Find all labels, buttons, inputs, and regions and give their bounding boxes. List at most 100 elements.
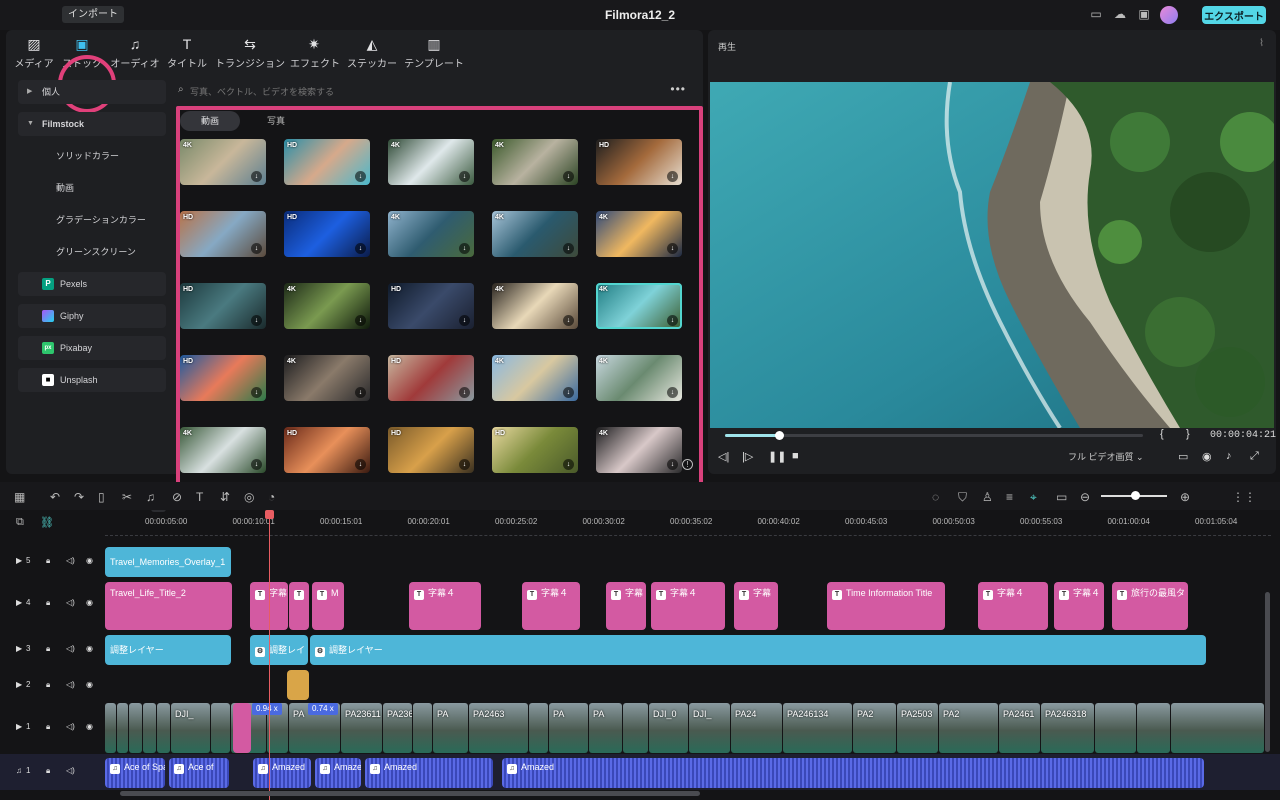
lock-icon[interactable]: 🔒︎	[46, 766, 50, 776]
sidebar-item-video[interactable]: 動画	[18, 176, 166, 200]
quality-select[interactable]: フル ビデオ画質 ⌄	[1068, 450, 1144, 466]
undo-icon[interactable]: ↶	[50, 490, 60, 504]
sidebar-item-pexels[interactable]: P Pexels	[18, 272, 166, 296]
timeline-clip[interactable]: ♫ Amazed	[365, 758, 493, 788]
lock-icon[interactable]: 🔒︎	[46, 598, 50, 608]
tab-photo[interactable]: 写真	[246, 111, 306, 131]
tab-audio[interactable]: ♫ オーディオ	[110, 36, 160, 70]
eye-icon[interactable]: ◉	[86, 598, 93, 607]
timeline-clip[interactable]	[529, 703, 548, 753]
download-icon[interactable]: ↓	[563, 315, 574, 326]
timeline-clip[interactable]: 調整レイヤー	[105, 635, 231, 665]
timeline-clip[interactable]: ♫ Amazed	[502, 758, 1204, 788]
timeline-clip[interactable]: TM	[312, 582, 344, 630]
timeline-clip[interactable]: DJI_0	[649, 703, 688, 753]
lock-icon[interactable]: 🔒︎	[46, 680, 50, 690]
snap-icon[interactable]: ⌖	[1030, 490, 1037, 505]
stock-thumbnail[interactable]: 4K ↓	[284, 355, 370, 401]
download-icon[interactable]: ↓	[667, 171, 678, 182]
timeline-clip[interactable]: T 字幕	[606, 582, 646, 630]
speaker-icon[interactable]: ◁)	[66, 644, 75, 653]
stock-thumbnail[interactable]: 4K ↓	[596, 211, 682, 257]
timeline-clip[interactable]	[1095, 703, 1136, 753]
timeline-clip[interactable]: ♫ Amazed	[315, 758, 361, 788]
timeline-clip[interactable]: T 字幕４	[522, 582, 580, 630]
color-icon[interactable]: ◎	[244, 490, 254, 504]
download-icon[interactable]: ↓	[563, 387, 574, 398]
timeline-clip[interactable]: PA246134	[783, 703, 852, 753]
stock-thumbnail[interactable]: HD ↓	[180, 211, 266, 257]
download-icon[interactable]: ↓	[355, 387, 366, 398]
mark-in-icon[interactable]: {	[1160, 428, 1164, 440]
audio-tools-icon[interactable]: ♫	[146, 490, 155, 504]
layout-icon[interactable]: ▭	[1088, 7, 1104, 21]
eye-icon[interactable]: ◉	[86, 722, 93, 731]
stock-thumbnail[interactable]: 4K ↓	[596, 427, 682, 473]
zoom-in-icon[interactable]: ⊕	[1180, 490, 1190, 504]
download-icon[interactable]: ↓	[459, 315, 470, 326]
search-input[interactable]	[190, 84, 590, 100]
timeline-clip[interactable]	[129, 703, 142, 753]
timeline-clip[interactable]	[623, 703, 648, 753]
stock-thumbnail[interactable]: 4K ↓	[492, 139, 578, 185]
timeline-clip[interactable]: Travel_Memories_Overlay_1	[105, 547, 231, 577]
render-icon[interactable]: ◌	[932, 490, 939, 504]
stock-thumbnail[interactable]: 4K ↓	[492, 355, 578, 401]
timeline-clip[interactable]: DJI_	[171, 703, 210, 753]
sidebar-item-filmstock[interactable]: ▼ Filmstock	[18, 112, 166, 136]
timeline-clip[interactable]	[157, 703, 170, 753]
download-icon[interactable]: ↓	[563, 459, 574, 470]
timeline-clip[interactable]: PA24	[731, 703, 782, 753]
sidebar-item-gradient[interactable]: グラデーションカラー	[18, 208, 166, 232]
eye-icon[interactable]: ◉	[86, 556, 93, 565]
adjust-icon[interactable]: ⇵	[220, 490, 230, 504]
stock-thumbnail[interactable]: 4K ↓	[388, 211, 474, 257]
timeline-clip[interactable]	[287, 670, 309, 700]
lock-icon[interactable]: 🔒︎	[46, 644, 50, 654]
download-icon[interactable]: ↓	[355, 459, 366, 470]
timeline-clip[interactable]	[105, 703, 116, 753]
download-icon[interactable]: ↓	[251, 243, 262, 254]
stock-thumbnail[interactable]: HD ↓	[596, 139, 682, 185]
display-icon[interactable]: ▭	[1178, 450, 1188, 463]
export-button[interactable]: エクスポート	[1202, 6, 1266, 24]
tab-titles[interactable]: T タイトル	[164, 36, 210, 70]
stock-thumbnail[interactable]: 4K ↓	[180, 427, 266, 473]
timeline-clip[interactable]: PA	[589, 703, 622, 753]
stock-thumbnail[interactable]: 4K ↓	[492, 283, 578, 329]
step-back-icon[interactable]: ◁|	[718, 450, 729, 463]
speaker-icon[interactable]: ◁)	[66, 556, 75, 565]
speaker-icon[interactable]: ◁)	[66, 766, 75, 775]
sidebar-item-unsplash[interactable]: ■ Unsplash	[18, 368, 166, 392]
sidebar-item-pixabay[interactable]: px Pixabay	[18, 336, 166, 360]
stock-thumbnail[interactable]: 4K ↓	[596, 355, 682, 401]
timeline-clip[interactable]: DJI_	[689, 703, 730, 753]
timeline-clip[interactable]: PA2	[939, 703, 998, 753]
timeline-clip[interactable]: PA2463	[469, 703, 528, 753]
timeline-clip[interactable]	[117, 703, 128, 753]
timeline-clip[interactable]	[413, 703, 432, 753]
speaker-icon[interactable]: ◁)	[66, 680, 75, 689]
avatar[interactable]	[1160, 6, 1178, 24]
snapshot-icon[interactable]: ◉	[1202, 450, 1212, 463]
tab-templates[interactable]: ▥ テンプレート	[404, 36, 464, 70]
playback-progress[interactable]	[725, 431, 1143, 440]
text-icon[interactable]: T	[196, 490, 203, 504]
vertical-scrollbar[interactable]	[1265, 592, 1270, 752]
speaker-icon[interactable]: ◁)	[66, 598, 75, 607]
video-preview[interactable]	[710, 82, 1274, 428]
download-icon[interactable]: ↓	[667, 459, 678, 470]
stock-thumbnail[interactable]: HD ↓	[492, 427, 578, 473]
pause-icon[interactable]: ❚❚	[768, 450, 786, 463]
timeline-clip[interactable]	[211, 703, 230, 753]
timeline-clip[interactable]	[233, 703, 251, 753]
lock-icon[interactable]: 🔒︎	[46, 556, 50, 566]
timeline-clip[interactable]: PA23611	[341, 703, 382, 753]
timeline-clip[interactable]: ♫ Amazed	[253, 758, 311, 788]
volume-icon[interactable]: ♪	[1226, 450, 1232, 462]
timeline-ruler[interactable]: 00:00:05:00 00:00:10:01 00:00:15:01 00:00:2…	[105, 512, 1271, 536]
download-icon[interactable]: ↓	[251, 315, 262, 326]
sidebar-item-personal[interactable]: ▶ 個人	[18, 80, 166, 104]
timeline-clip[interactable]	[1137, 703, 1170, 753]
download-icon[interactable]: ↓	[459, 459, 470, 470]
